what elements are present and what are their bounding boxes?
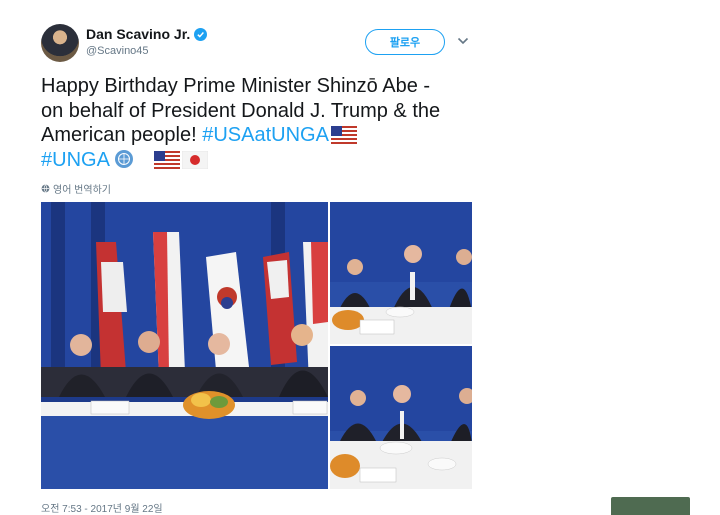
tweet-text-line-2: on behalf of President Donald J. Trump &… — [41, 99, 441, 122]
follow-button[interactable]: 팔로우 — [365, 29, 445, 55]
avatar[interactable] — [41, 24, 79, 62]
tweet-text-fragment: American people! — [41, 124, 203, 146]
photo-bottom-right[interactable] — [330, 346, 472, 489]
tweet-text-line-1: Happy Birthday Prime Minister Shinzō Abe… — [41, 75, 431, 97]
verified-badge-icon — [194, 27, 208, 41]
author-handle[interactable]: @Scavino45 — [86, 45, 149, 57]
photo-main-image — [41, 202, 328, 489]
hashtag-usaatunga[interactable]: #USAatUNGA — [202, 124, 329, 146]
tweet-text: Happy Birthday Prime Minister Shinzō Abe… — [41, 74, 481, 172]
chevron-down-icon[interactable] — [457, 36, 469, 46]
un-flag-icon — [114, 149, 133, 168]
corner-block — [611, 497, 690, 515]
japan-flag-icon — [181, 150, 208, 169]
globe-icon — [41, 184, 50, 193]
translate-link[interactable]: 영어 번역하기 — [41, 181, 111, 196]
tweet-text-line-4: #UNGA — [41, 148, 481, 173]
author-name[interactable]: Dan Scavino Jr. — [86, 26, 190, 42]
translate-label: 영어 번역하기 — [53, 185, 111, 196]
us-flag-icon — [153, 150, 180, 169]
photo-main[interactable] — [41, 202, 328, 489]
hashtag-unga[interactable]: #UNGA — [41, 149, 110, 171]
photo-top-right[interactable] — [330, 202, 472, 344]
author-name-row: Dan Scavino Jr. — [86, 26, 208, 42]
photo-top-right-image — [330, 202, 472, 344]
tweet-card: Dan Scavino Jr. @Scavino45 팔로우 Happy Bir… — [0, 0, 720, 515]
photo-bottom-right-image — [330, 346, 472, 489]
tweet-text-line-3: American people! #USAatUNGA — [41, 123, 481, 148]
tweet-timestamp[interactable]: 오전 7:53 - 2017년 9월 22일 — [41, 500, 163, 515]
us-flag-icon — [330, 126, 357, 144]
